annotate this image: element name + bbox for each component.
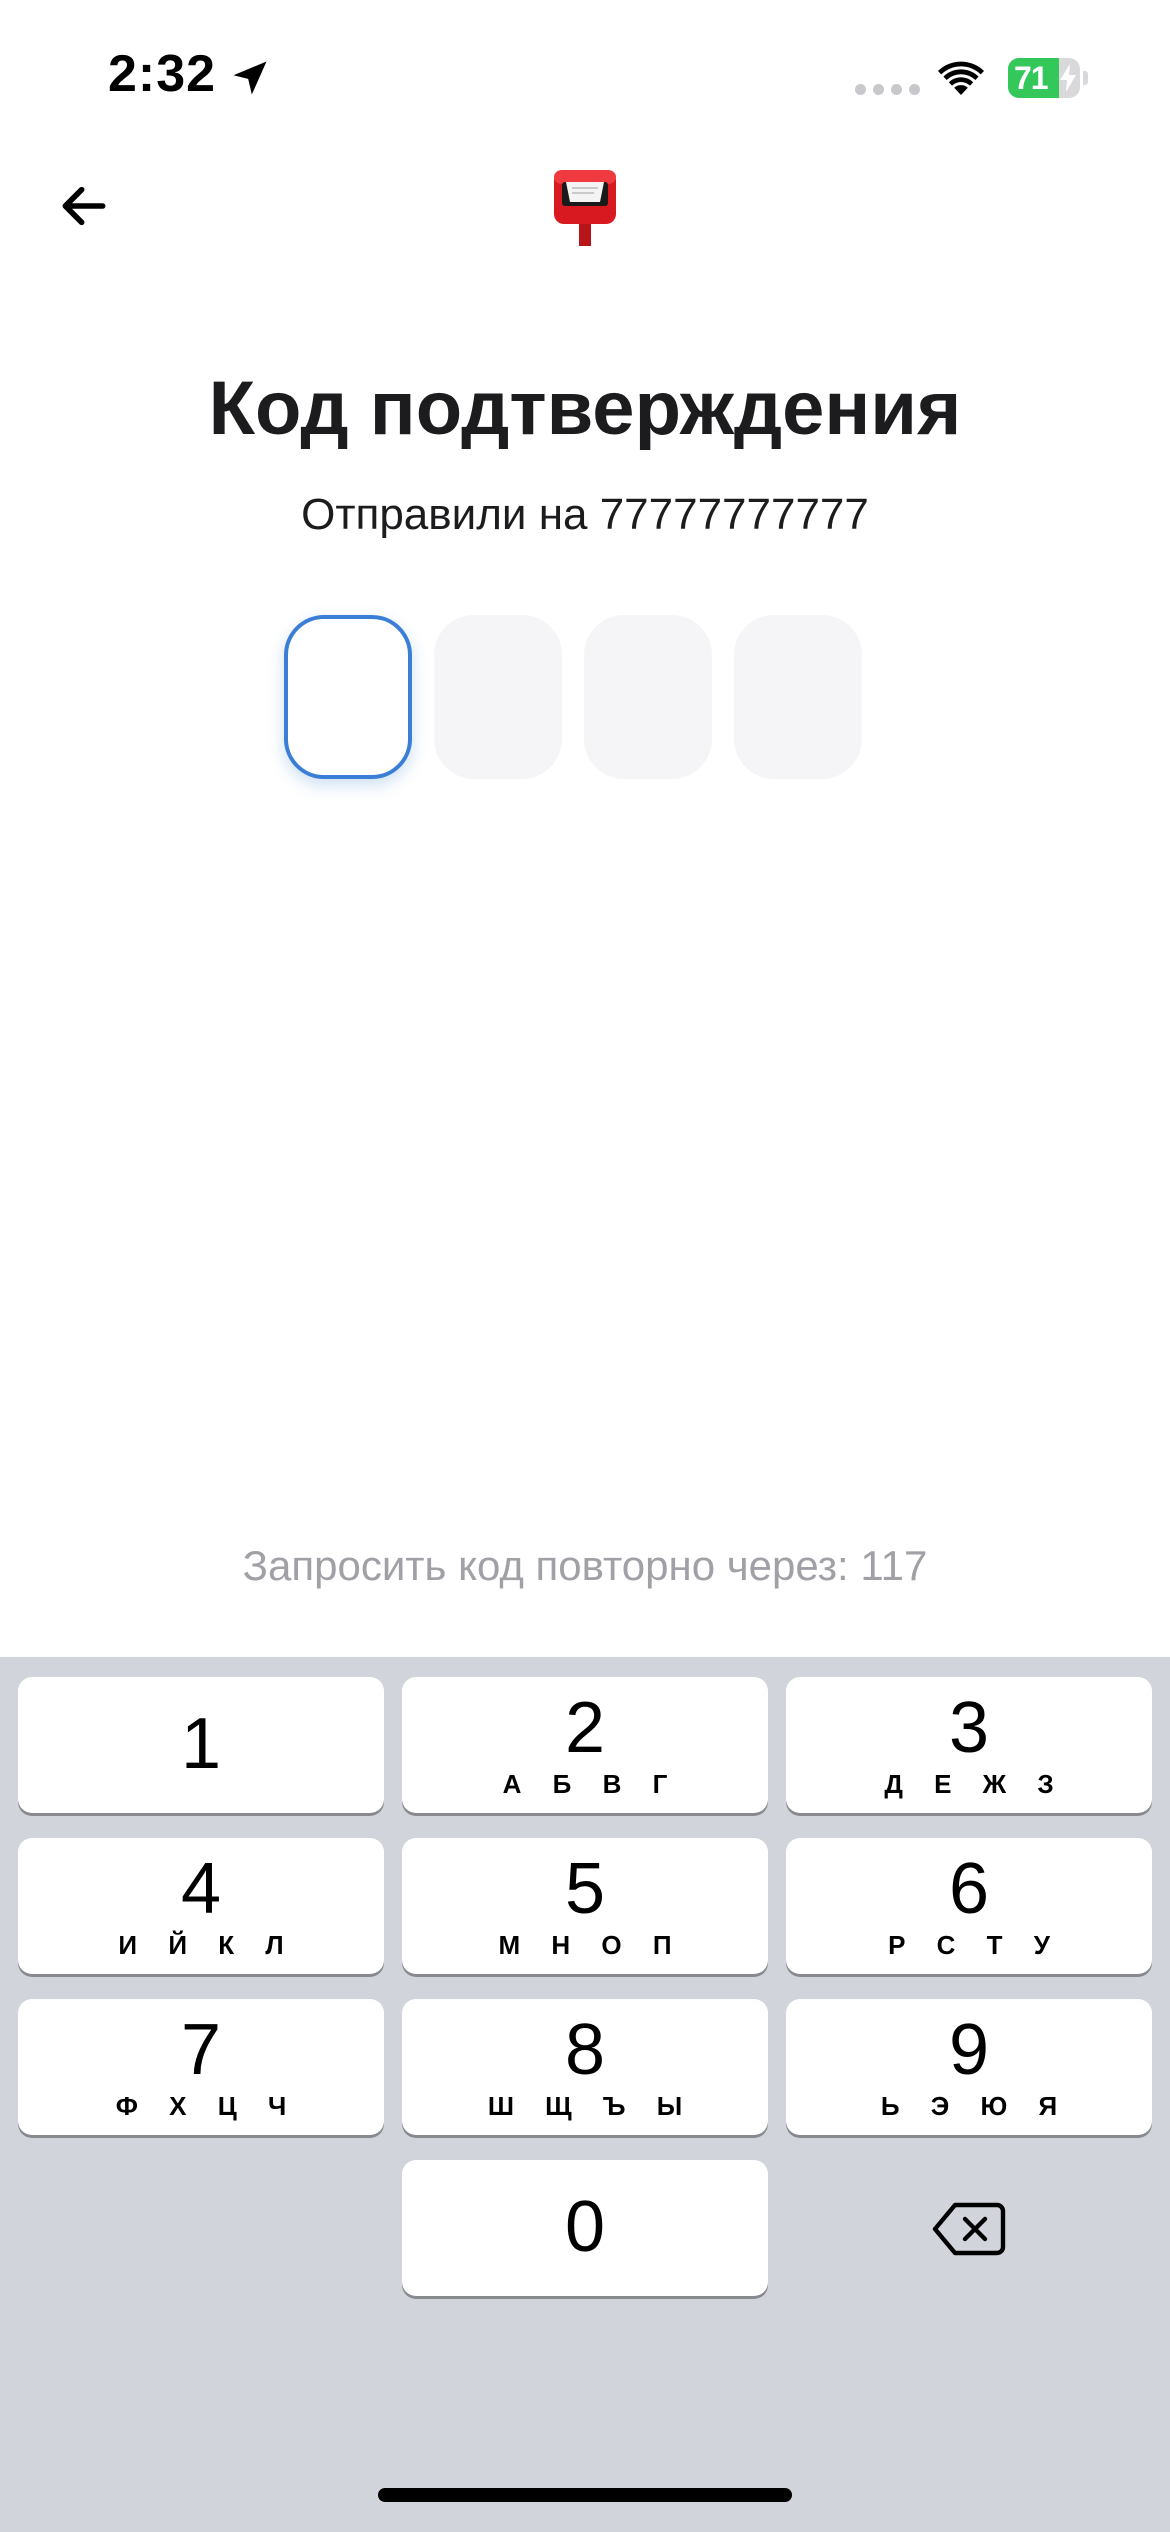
key-digit: 5 — [564, 1849, 606, 1929]
home-indicator[interactable] — [378, 2488, 792, 2502]
key-digit: 8 — [564, 2010, 606, 2090]
backspace-icon — [932, 2202, 1006, 2256]
key-digit: 6 — [948, 1849, 990, 1929]
key-letters: Ф Х Ц Ч — [115, 2091, 299, 2121]
key-1[interactable]: 1 — [18, 1677, 384, 1813]
charging-bolt-icon — [1060, 64, 1076, 92]
key-letters: Р С Т У — [888, 1930, 1062, 1960]
wifi-icon — [938, 61, 984, 95]
key-2[interactable]: 2 А Б В Г — [402, 1677, 768, 1813]
key-5[interactable]: 5 М Н О П — [402, 1838, 768, 1974]
key-6[interactable]: 6 Р С Т У — [786, 1838, 1152, 1974]
key-letters: И Й К Л — [118, 1930, 296, 1960]
status-bar: 2:32 71 — [0, 0, 1170, 150]
key-digit: 7 — [180, 2010, 222, 2090]
back-button[interactable] — [48, 170, 120, 242]
key-letters: Д Е Ж З — [884, 1769, 1066, 1799]
key-4[interactable]: 4 И Й К Л — [18, 1838, 384, 1974]
status-time: 2:32 — [108, 45, 217, 103]
key-3[interactable]: 3 Д Е Ж З — [786, 1677, 1152, 1813]
key-letters: Ь Э Ю Я — [880, 2091, 1070, 2121]
key-digit: 9 — [948, 2010, 990, 2090]
code-digit-input-1[interactable] — [284, 615, 412, 779]
code-digit-input-4[interactable] — [734, 615, 862, 779]
resend-countdown-text: Запросить код повторно через: 117 — [242, 1542, 928, 1589]
location-arrow-icon — [233, 61, 267, 95]
key-letters: М Н О П — [498, 1930, 684, 1960]
arrow-left-icon — [62, 186, 106, 226]
page-title: Код подтверждения — [208, 366, 962, 451]
battery-level: 71 — [1014, 60, 1049, 96]
code-digit-input-3[interactable] — [584, 615, 712, 779]
mailbox-icon — [554, 170, 616, 246]
cellular-signal-icon — [855, 84, 920, 95]
key-7[interactable]: 7 Ф Х Ц Ч — [18, 1999, 384, 2135]
key-8[interactable]: 8 Ш Щ Ъ Ы — [402, 1999, 768, 2135]
key-digit: 2 — [564, 1688, 606, 1768]
key-letters: А Б В Г — [502, 1769, 680, 1799]
phone-sent-to-text: Отправили на 77777777777 — [301, 490, 869, 539]
key-0[interactable]: 0 — [402, 2160, 768, 2296]
verification-screen: 2:32 71 Код подтверждения Отправили на 7… — [0, 0, 1170, 2532]
backspace-key[interactable] — [786, 2161, 1152, 2297]
key-letters: Ш Щ Ъ Ы — [487, 2091, 695, 2121]
key-9[interactable]: 9 Ь Э Ю Я — [786, 1999, 1152, 2135]
key-digit: 0 — [564, 2187, 606, 2267]
code-input-group — [284, 615, 862, 779]
key-digit: 3 — [948, 1688, 990, 1768]
battery-indicator: 71 — [1008, 58, 1088, 98]
code-digit-input-2[interactable] — [434, 615, 562, 779]
key-digit: 1 — [180, 1704, 222, 1784]
key-digit: 4 — [180, 1849, 222, 1929]
